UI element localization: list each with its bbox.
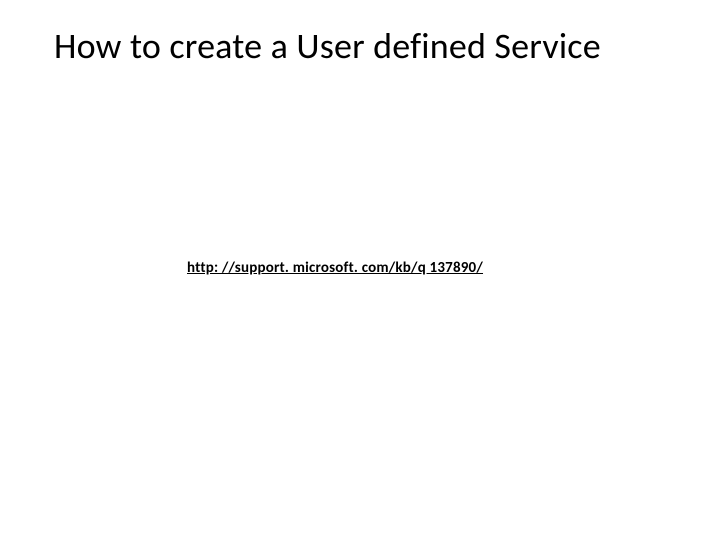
support-link[interactable]: http: //support. microsoft. com/kb/q 137… — [187, 259, 483, 277]
page-title: How to create a User defined Service — [54, 24, 601, 68]
